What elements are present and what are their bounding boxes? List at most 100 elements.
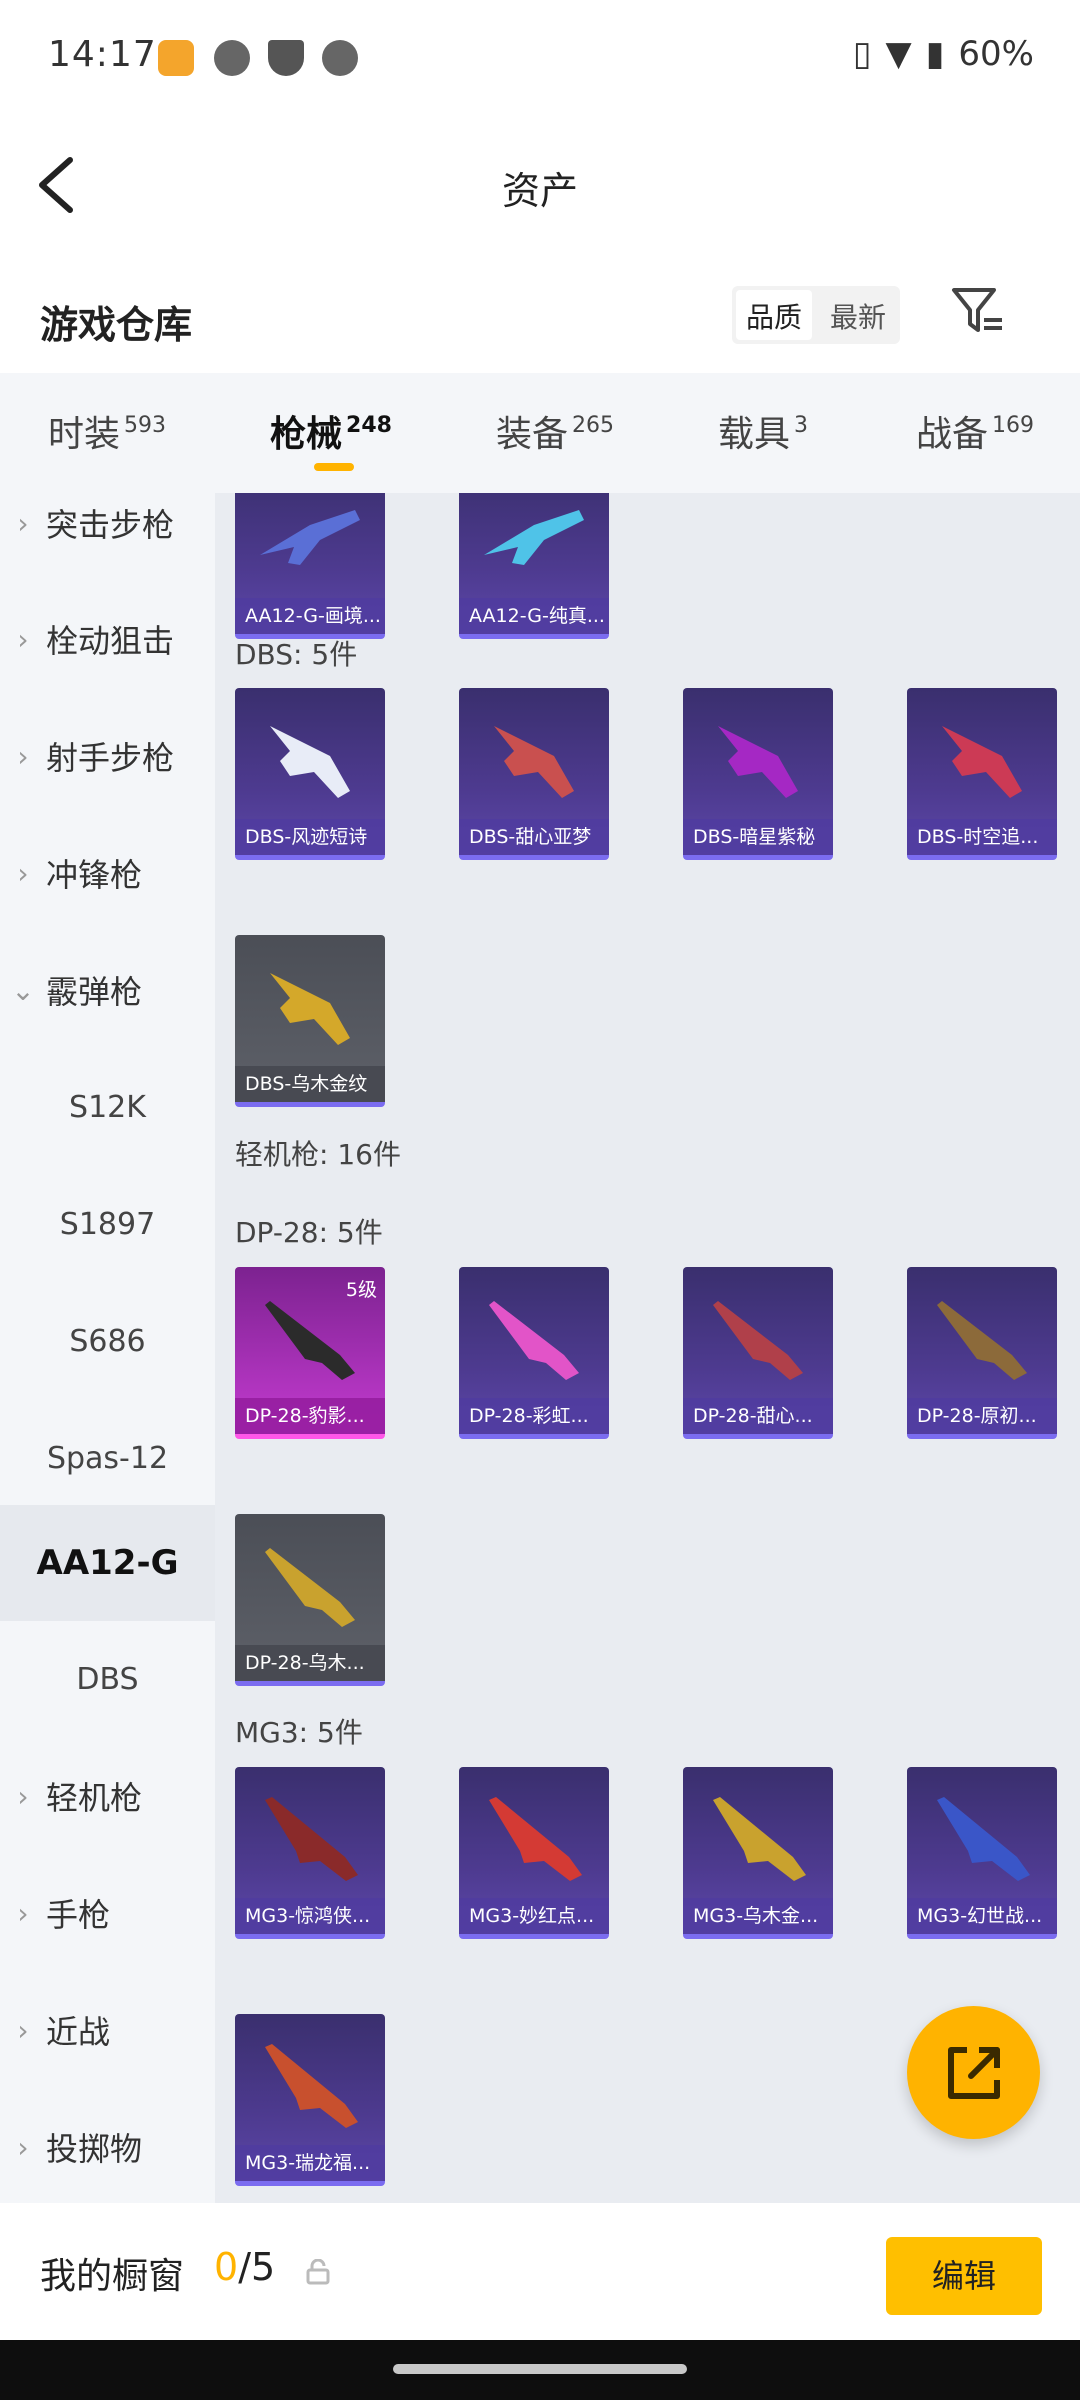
weapon-card[interactable]: DBS-乌木金纹 [235, 935, 385, 1107]
weapon-card[interactable]: DP-28-乌木... [235, 1514, 385, 1686]
weapon-image [489, 1301, 579, 1380]
edit-button[interactable]: 编辑 [886, 2237, 1042, 2315]
weapon-card[interactable]: AA12-G-纯真... [459, 493, 609, 639]
motorola-icon [322, 40, 358, 76]
chevron-right-icon: › [17, 2130, 29, 2164]
sidebar-sub-s686[interactable]: S686 [0, 1283, 215, 1399]
weapon-name: AA12-G-纯真... [459, 598, 609, 634]
page-title: 资产 [501, 169, 578, 213]
sidebar-sub-spas12[interactable]: Spas-12 [0, 1400, 215, 1516]
weapon-name: DP-28-豹影... [235, 1398, 385, 1434]
weapon-image [718, 726, 798, 798]
weapon-image [265, 1548, 355, 1627]
weapon-image [713, 1301, 803, 1380]
weapon-card[interactable]: DP-28-彩虹... [459, 1267, 609, 1439]
tab-equipment[interactable]: 装备 265 [496, 405, 614, 457]
nav-bar: 资产 [0, 120, 1080, 250]
weapon-name: DP-28-彩虹... [459, 1398, 609, 1434]
sidebar-sub-s1897[interactable]: S1897 [0, 1166, 215, 1282]
section-header: 游戏仓库 品质 最新 [0, 270, 1080, 370]
status-bar: 14:17 ▯ ▼ ▮ 60% [0, 0, 1080, 110]
weapon-name: DBS-甜心亚梦 [459, 819, 609, 855]
sidebar-item-shotgun[interactable]: ⌄ 霰弹枪 [0, 932, 215, 1048]
weapon-image [265, 2044, 358, 2128]
weapon-grid: AA12-G-画境... AA12-G-纯真... DBS: 5件 DBS-风迹… [215, 493, 1080, 2203]
weapon-card[interactable]: MG3-幻世战... [907, 1767, 1057, 1939]
calendar-icon [214, 40, 250, 76]
weapon-card[interactable]: DBS-甜心亚梦 [459, 688, 609, 860]
home-indicator[interactable] [393, 2364, 687, 2374]
sort-toggle: 品质 最新 [732, 286, 901, 344]
weapon-name: MG3-乌木金... [683, 1898, 833, 1934]
tab-fashion[interactable]: 时装 593 [48, 405, 166, 457]
sort-newest-button[interactable]: 最新 [816, 286, 900, 344]
weapon-card[interactable]: 5级 DP-28-豹影... [235, 1267, 385, 1439]
wifi-icon: ▼ [885, 34, 912, 74]
sidebar-sub-s12k[interactable]: S12K [0, 1049, 215, 1165]
share-fab-button[interactable] [907, 2006, 1040, 2139]
weapon-category-sidebar: › 突击步枪 › 栓动狙击 › 射手步枪 › 冲锋枪 ⌄ 霰弹枪 S12K S1897 S… [0, 493, 215, 2203]
weapon-image [494, 726, 574, 798]
weapon-card[interactable]: MG3-惊鸿侠... [235, 1767, 385, 1939]
sidebar-item-melee[interactable]: › 近战 [0, 1972, 215, 2088]
weapon-card[interactable]: DBS-时空追... [907, 688, 1057, 860]
sidebar-item-smg[interactable]: › 冲锋枪 [0, 815, 215, 931]
sidebar-item-lmg[interactable]: › 轻机枪 [0, 1738, 215, 1854]
active-tab-indicator [314, 463, 354, 471]
weapon-name: MG3-幻世战... [907, 1898, 1057, 1934]
shield-icon [268, 40, 304, 76]
weapon-name: MG3-妙红点... [459, 1898, 609, 1934]
tab-supplies[interactable]: 战备 169 [916, 405, 1034, 457]
weapon-name: MG3-惊鸿侠... [235, 1898, 385, 1934]
weapon-name: DP-28-乌木... [235, 1645, 385, 1681]
weapon-name: DP-28-原初... [907, 1398, 1057, 1434]
weapon-card[interactable]: DP-28-原初... [907, 1267, 1057, 1439]
game-app-icon [158, 40, 194, 76]
sidebar-item-pistol[interactable]: › 手枪 [0, 1855, 215, 1971]
weapon-card[interactable]: DP-28-甜心... [683, 1267, 833, 1439]
chevron-right-icon: › [17, 2013, 29, 2047]
showcase-bar: 我的橱窗 0/5 编辑 [0, 2203, 1080, 2340]
sidebar-sub-aa12g[interactable]: AA12-G [0, 1505, 215, 1621]
weapon-image [489, 1797, 582, 1881]
weapon-card[interactable]: DBS-暗星紫秘 [683, 688, 833, 860]
tab-vehicles[interactable]: 载具 3 [718, 405, 808, 457]
weapon-image [270, 726, 350, 798]
chevron-down-icon: ⌄ [11, 973, 35, 1007]
weapon-name: AA12-G-画境... [235, 598, 385, 634]
sidebar-item-assault-rifle[interactable]: › 突击步枪 [0, 493, 215, 581]
sidebar-sub-dbs[interactable]: DBS [0, 1621, 215, 1737]
sidebar-item-marksman[interactable]: › 射手步枪 [0, 698, 215, 814]
weapon-name: DP-28-甜心... [683, 1398, 833, 1434]
weapon-image [937, 1797, 1030, 1881]
chevron-right-icon: › [17, 739, 29, 773]
group-label-mg3: MG3: 5件 [235, 1716, 363, 1749]
weapon-card[interactable]: DBS-风迹短诗 [235, 688, 385, 860]
sort-quality-button[interactable]: 品质 [736, 290, 813, 340]
weapon-card[interactable]: MG3-乌木金... [683, 1767, 833, 1939]
battery-percent: 60% [958, 34, 1034, 74]
tab-guns[interactable]: 枪械 248 [270, 405, 392, 457]
weapon-card[interactable]: MG3-妙红点... [459, 1767, 609, 1939]
weapon-card[interactable]: MG3-瑞龙福... [235, 2014, 385, 2186]
battery-icon: ▮ [925, 34, 945, 74]
sidebar-item-throwable[interactable]: › 投掷物 [0, 2089, 215, 2203]
weapon-image [484, 510, 584, 565]
filter-icon[interactable] [950, 284, 1006, 340]
lock-icon [306, 2259, 330, 2285]
share-icon [948, 2047, 1000, 2099]
showcase-label: 我的橱窗 [40, 2256, 185, 2297]
section-title: 游戏仓库 [40, 303, 193, 347]
group-label-dp28: DP-28: 5件 [235, 1216, 383, 1249]
vibrate-icon: ▯ [852, 34, 872, 74]
group-label-dbs: DBS: 5件 [235, 638, 358, 671]
weapon-name: DBS-时空追... [907, 819, 1057, 855]
chevron-right-icon: › [17, 506, 29, 540]
status-right: ▯ ▼ ▮ 60% [853, 34, 1034, 74]
weapon-image [942, 726, 1022, 798]
sidebar-item-bolt-sniper[interactable]: › 栓动狙击 [0, 581, 215, 697]
group-label-lmg: 轻机枪: 16件 [235, 1138, 401, 1171]
weapon-image [270, 973, 350, 1045]
chevron-right-icon: › [17, 1896, 29, 1930]
weapon-card[interactable]: AA12-G-画境... [235, 493, 385, 639]
